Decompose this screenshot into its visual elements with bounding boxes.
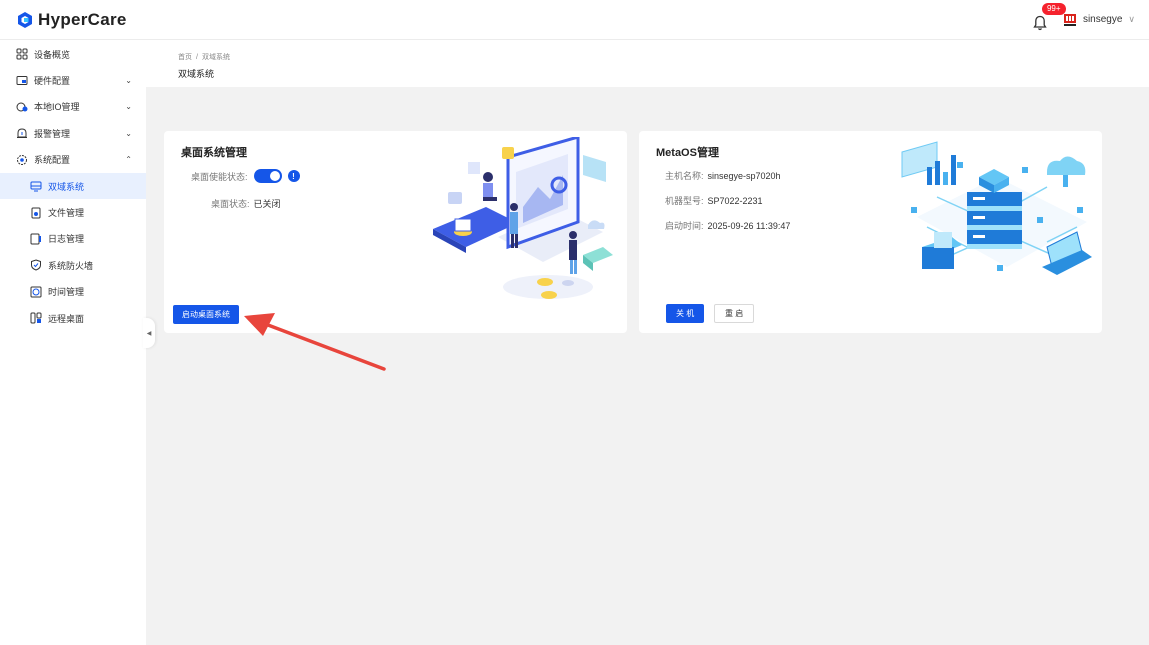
- breadcrumb-separator: /: [196, 54, 198, 61]
- desktop-status-row: 桌面状态: 已关闭: [211, 197, 281, 210]
- sidebar-item-device-overview[interactable]: 设备概览: [0, 41, 146, 67]
- sidebar-item-time-management[interactable]: 时间管理: [0, 279, 146, 305]
- host-value: sinsegye-sp7020h: [707, 170, 781, 181]
- desktop-status-value: 已关闭: [253, 199, 281, 209]
- restart-button[interactable]: 重 启: [714, 304, 755, 323]
- boot-time-label: 启动时间:: [665, 221, 704, 231]
- dual-domain-icon: [30, 180, 42, 192]
- boot-time-value: 2025-09-26 11:39:47: [707, 220, 791, 231]
- sidebar-collapse-handle[interactable]: ◀: [143, 318, 155, 348]
- sidebar-item-label: 系统配置: [34, 155, 71, 166]
- metaos-card: MetaOS管理 主机名称: sinsegye-sp7020h 机器型号: SP…: [639, 131, 1102, 333]
- desktop-card-title: 桌面系统管理: [181, 147, 247, 159]
- breadcrumb-bar: 首页 / 双域系统 双域系统: [146, 40, 1149, 87]
- monitor-icon: [16, 75, 28, 87]
- sidebar-item-label: 日志管理: [48, 234, 85, 245]
- start-desktop-button[interactable]: 启动桌面系统: [173, 305, 239, 324]
- logo[interactable]: HyperCare: [16, 10, 127, 30]
- sidebar-item-remote-desktop[interactable]: 远程桌面: [0, 305, 146, 331]
- host-label: 主机名称:: [665, 171, 704, 181]
- sidebar-item-system-config[interactable]: 系统配置 ⌃: [0, 147, 146, 173]
- sidebar-item-label: 设备概览: [34, 49, 71, 60]
- logo-text: HyperCare: [38, 9, 127, 29]
- model-label: 机器型号:: [665, 196, 704, 206]
- desktop-system-card: 桌面系统管理 桌面使能状态: ! 桌面状态: 已关闭 启动桌面系统: [164, 131, 627, 333]
- top-header: HyperCare 99+ sinsegye ∨: [0, 0, 1149, 40]
- desktop-enable-row: 桌面使能状态: !: [191, 169, 300, 183]
- sidebar-item-label: 报警管理: [34, 128, 71, 139]
- info-icon[interactable]: !: [287, 170, 300, 182]
- sidebar-item-label: 双域系统: [48, 181, 85, 192]
- chevron-down-icon: ⌄: [125, 102, 132, 112]
- sidebar-item-local-io[interactable]: 本地IO管理 ⌄: [0, 94, 146, 120]
- alarm-icon: [16, 127, 28, 139]
- boot-time-row: 启动时间: 2025-09-26 11:39:47: [665, 219, 790, 232]
- file-icon: [30, 207, 42, 219]
- breadcrumb-home[interactable]: 首页: [178, 54, 192, 61]
- grid-icon: [16, 48, 28, 60]
- shield-icon: [30, 259, 42, 271]
- sidebar-item-label: 系统防火墙: [48, 260, 94, 271]
- sidebar-item-label: 本地IO管理: [34, 102, 80, 113]
- sidebar-item-hardware-config[interactable]: 硬件配置 ⌄: [0, 67, 146, 93]
- remote-desktop-icon: [30, 312, 42, 324]
- sidebar-item-alarm[interactable]: 报警管理 ⌄: [0, 120, 146, 146]
- sidebar-item-file-management[interactable]: 文件管理: [0, 199, 146, 225]
- sidebar-item-label: 时间管理: [48, 287, 85, 298]
- clock-icon: [30, 286, 42, 298]
- breadcrumb: 首页 / 双域系统: [178, 52, 1149, 62]
- model-value: SP7022-2231: [707, 195, 763, 206]
- breadcrumb-current: 双域系统: [201, 54, 230, 61]
- hypercare-logo-icon: [18, 11, 32, 28]
- desktop-status-label: 桌面状态:: [211, 199, 250, 209]
- host-row: 主机名称: sinsegye-sp7020h: [665, 169, 781, 182]
- desktop-illustration-icon: [433, 137, 613, 299]
- chevron-down-icon: ⌄: [125, 128, 132, 138]
- sidebar-item-label: 文件管理: [48, 208, 85, 219]
- chevron-down-icon: ∨: [1128, 14, 1135, 24]
- sidebar-item-log-management[interactable]: 日志管理: [0, 226, 146, 252]
- username: sinsegye: [1082, 14, 1123, 25]
- user-menu[interactable]: sinsegye ∨: [1063, 13, 1135, 27]
- sidebar-item-firewall[interactable]: 系统防火墙: [0, 252, 146, 278]
- page-title: 双域系统: [178, 69, 215, 79]
- model-row: 机器型号: SP7022-2231: [665, 194, 763, 207]
- gear-icon: [16, 154, 28, 166]
- sidebar-item-dual-domain[interactable]: 双域系统: [0, 172, 146, 200]
- notification-badge: 99+: [1041, 2, 1066, 15]
- chevron-down-icon: ⌄: [125, 76, 132, 86]
- sidebar-item-label: 硬件配置: [34, 76, 71, 87]
- sidebar-item-label: 远程桌面: [48, 313, 85, 324]
- shutdown-button[interactable]: 关 机: [666, 304, 705, 323]
- desktop-enable-toggle[interactable]: [253, 169, 282, 183]
- desktop-enable-label: 桌面使能状态:: [191, 171, 248, 182]
- company-logo-icon: [1063, 13, 1076, 26]
- metaos-card-title: MetaOS管理: [656, 147, 719, 159]
- notification-bell[interactable]: 99+: [1033, 2, 1066, 31]
- sidebar: 设备概览 硬件配置 ⌄ 本地IO管理 ⌄ 报警管理 ⌄ 系统配置 ⌃ 双域系统: [0, 40, 146, 645]
- server-network-illustration-icon: [901, 141, 1092, 275]
- bell-icon: [1033, 15, 1047, 30]
- log-icon: [30, 233, 42, 245]
- chevron-up-icon: ⌃: [125, 155, 132, 165]
- io-icon: [16, 101, 28, 113]
- caret-left-icon: ◀: [146, 330, 152, 337]
